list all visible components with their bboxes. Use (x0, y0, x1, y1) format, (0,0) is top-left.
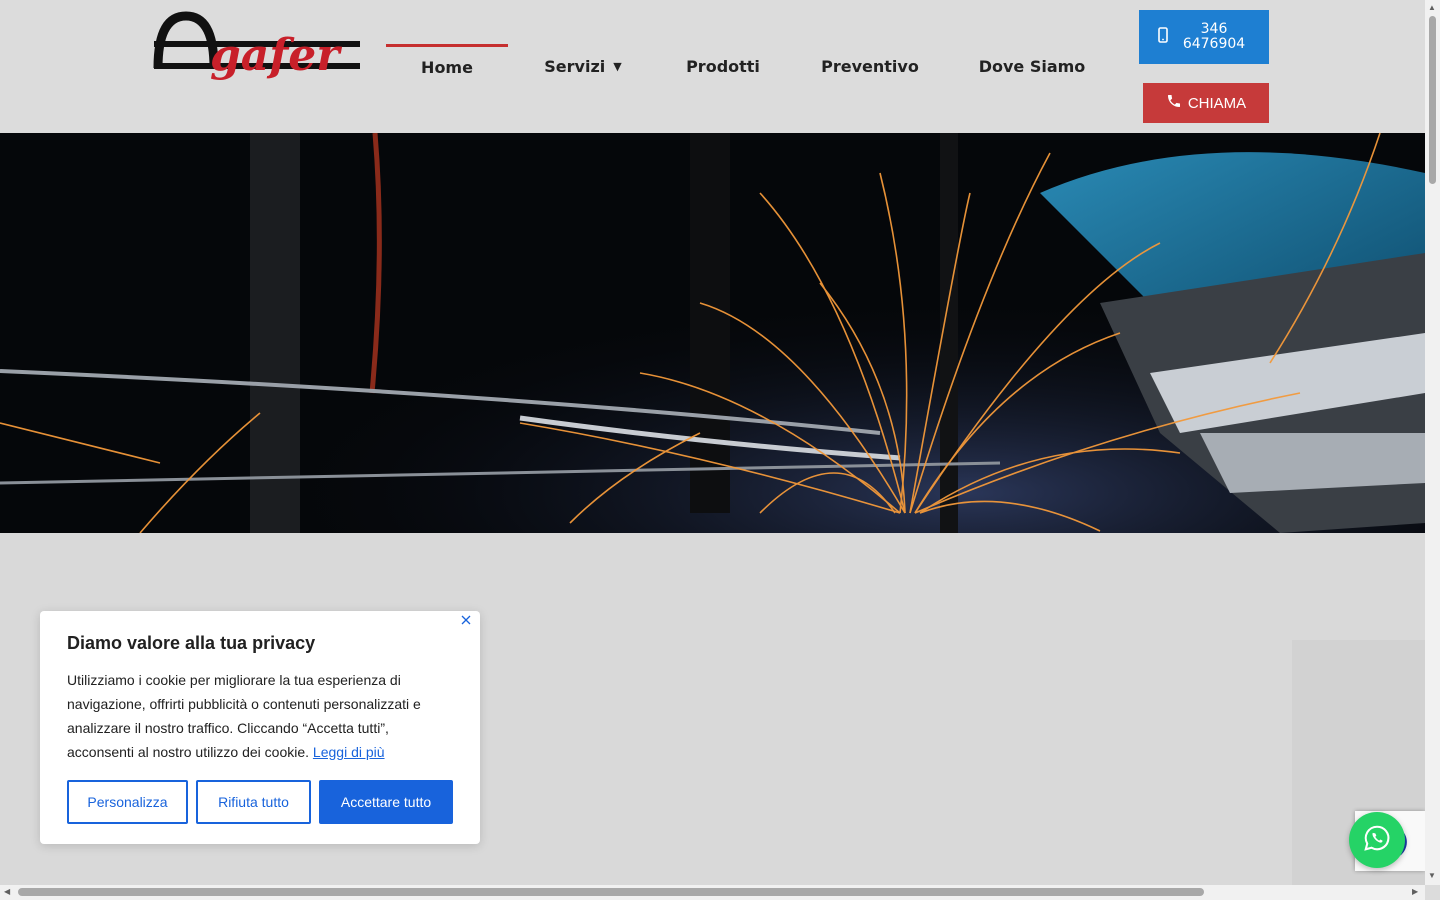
nav-home[interactable]: Home (386, 44, 508, 88)
cookie-consent-dialog: Diamo valore alla tua privacy Utilizziam… (40, 611, 480, 844)
cookie-customize-button[interactable]: Personalizza (67, 780, 188, 824)
cookie-accept-button[interactable]: Accettare tutto (319, 780, 453, 824)
mobile-phone-icon (1158, 27, 1168, 47)
cookie-title: Diamo valore alla tua privacy (67, 633, 316, 653)
phone-number-label: 346 6476904 (1182, 21, 1246, 52)
phone-number-button[interactable]: 346 6476904 (1139, 10, 1269, 64)
call-button[interactable]: CHIAMA (1143, 83, 1269, 123)
site-logo[interactable]: gafer (150, 8, 370, 86)
nav-prodotti-label: Prodotti (686, 56, 760, 76)
horizontal-scrollbar-thumb[interactable] (18, 888, 1204, 896)
nav-preventivo-label: Preventivo (821, 56, 919, 76)
site-header: gafer Home Servizi ▼ Prodotti Preventivo… (0, 0, 1425, 133)
nav-dove-siamo-label: Dove Siamo (978, 56, 1086, 76)
cookie-reject-button[interactable]: Rifiuta tutto (196, 780, 311, 824)
nav-dove-siamo[interactable]: Dove Siamo (952, 44, 1112, 88)
whatsapp-icon (1362, 823, 1392, 858)
scroll-up-arrow-icon[interactable]: ▲ (1428, 4, 1436, 12)
nav-prodotti[interactable]: Prodotti (658, 44, 788, 88)
cookie-read-more-link[interactable]: Leggi di più (313, 744, 385, 760)
close-icon[interactable] (459, 613, 473, 627)
page: gafer Home Servizi ▼ Prodotti Preventivo… (0, 0, 1425, 885)
scroll-down-arrow-icon[interactable]: ▼ (1428, 872, 1436, 880)
hero-banner-image (0, 133, 1425, 533)
scroll-right-arrow-icon[interactable]: ▶ (1412, 888, 1418, 896)
cookie-description: Utilizziamo i cookie per migliorare la t… (67, 668, 447, 764)
svg-text:gafer: gafer (210, 30, 342, 81)
nav-home-label: Home (421, 58, 473, 77)
whatsapp-button[interactable] (1349, 812, 1405, 868)
vertical-scrollbar-thumb[interactable] (1429, 16, 1436, 184)
nav-preventivo[interactable]: Preventivo (788, 44, 952, 88)
main-nav: Home Servizi ▼ Prodotti Preventivo Dove … (386, 44, 1112, 92)
call-button-label: CHIAMA (1187, 94, 1247, 112)
scroll-left-arrow-icon[interactable]: ◀ (4, 888, 10, 896)
caret-down-icon: ▼ (613, 59, 622, 73)
scrollbar-corner (1425, 885, 1440, 900)
nav-servizi-label: Servizi (544, 56, 606, 76)
phone-icon (1166, 93, 1182, 113)
nav-servizi[interactable]: Servizi ▼ (508, 44, 658, 88)
